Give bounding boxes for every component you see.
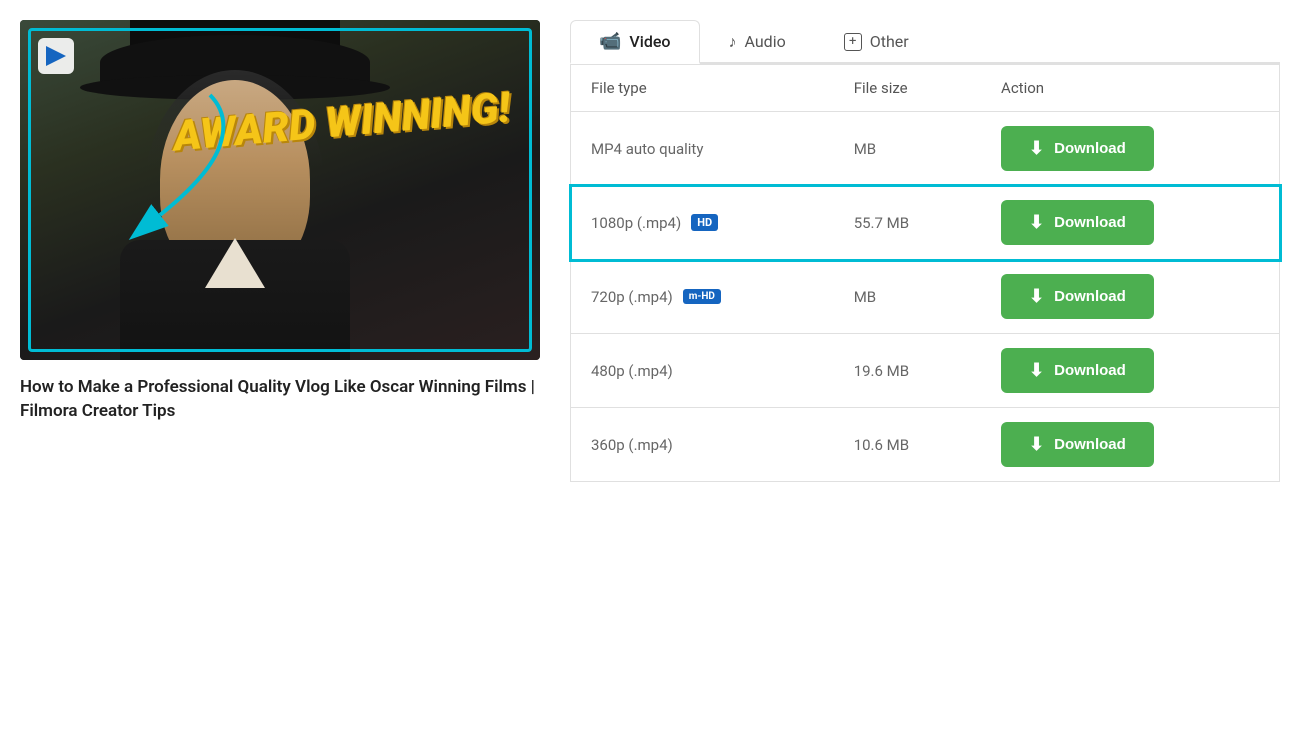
table-header-row: File type File size Action (571, 65, 1280, 112)
file-type-label: 1080p (.mp4) (591, 214, 681, 232)
filmora-logo-icon (38, 38, 74, 74)
download-label: Download (1054, 288, 1126, 305)
action-cell: ⬇ Download (981, 260, 1279, 334)
action-cell: ⬇ Download (981, 334, 1279, 408)
action-cell: ⬇ Download (981, 186, 1279, 260)
download-icon: ⬇ (1029, 212, 1044, 233)
table-row: 720p (.mp4) m-HD MB ⬇ Download (571, 260, 1280, 334)
file-type-cell: 1080p (.mp4) HD (571, 186, 834, 260)
file-size-cell: 19.6 MB (834, 334, 981, 408)
download-label: Download (1054, 214, 1126, 231)
download-label: Download (1054, 140, 1126, 157)
download-button[interactable]: ⬇ Download (1001, 348, 1154, 393)
download-button[interactable]: ⬇ Download (1001, 274, 1154, 319)
download-button[interactable]: ⬇ Download (1001, 200, 1154, 245)
download-icon: ⬇ (1029, 286, 1044, 307)
download-icon: ⬇ (1029, 138, 1044, 159)
col-file-type: File type (571, 65, 834, 112)
col-file-size: File size (834, 65, 981, 112)
video-icon: 📹 (599, 31, 621, 52)
download-label: Download (1054, 436, 1126, 453)
left-panel: AWARD WINNING! How to Make a Professiona… (20, 20, 540, 424)
tab-bar: 📹 Video ♪ Audio + Other (570, 20, 1280, 64)
video-thumbnail: AWARD WINNING! (20, 20, 540, 360)
download-label: Download (1054, 362, 1126, 379)
download-table: File type File size Action MP4 auto qual… (570, 64, 1280, 482)
tab-video-label: Video (629, 32, 670, 51)
file-type-label: 480p (.mp4) (591, 362, 673, 380)
table-row: 360p (.mp4) 10.6 MB ⬇ Download (571, 408, 1280, 482)
download-table-container: File type File size Action MP4 auto qual… (570, 64, 1280, 482)
right-panel: 📹 Video ♪ Audio + Other File type File s… (570, 20, 1280, 482)
tab-audio-label: Audio (745, 32, 786, 51)
quality-badge: HD (691, 214, 718, 231)
download-button[interactable]: ⬇ Download (1001, 126, 1154, 171)
tab-audio[interactable]: ♪ Audio (700, 20, 815, 62)
file-type-label: MP4 auto quality (591, 140, 703, 158)
file-type-cell: 480p (.mp4) (571, 334, 834, 408)
file-type-cell: 720p (.mp4) m-HD (571, 260, 834, 334)
file-type-cell: MP4 auto quality (571, 112, 834, 186)
arrow-icon (70, 75, 270, 275)
action-cell: ⬇ Download (981, 112, 1279, 186)
file-type-label: 360p (.mp4) (591, 436, 673, 454)
download-button[interactable]: ⬇ Download (1001, 422, 1154, 467)
tab-video[interactable]: 📹 Video (570, 20, 700, 64)
file-size-cell: 55.7 MB (834, 186, 981, 260)
audio-icon: ♪ (729, 32, 737, 52)
download-icon: ⬇ (1029, 360, 1044, 381)
file-type-cell: 360p (.mp4) (571, 408, 834, 482)
other-icon: + (844, 33, 862, 51)
action-cell: ⬇ Download (981, 408, 1279, 482)
tab-other[interactable]: + Other (815, 20, 938, 62)
table-row: 1080p (.mp4) HD 55.7 MB ⬇ Download (571, 186, 1280, 260)
table-row: 480p (.mp4) 19.6 MB ⬇ Download (571, 334, 1280, 408)
file-size-cell: MB (834, 112, 981, 186)
tab-other-label: Other (870, 32, 909, 51)
file-size-cell: 10.6 MB (834, 408, 981, 482)
table-row: MP4 auto quality MB ⬇ Download (571, 112, 1280, 186)
col-action: Action (981, 65, 1279, 112)
file-size-cell: MB (834, 260, 981, 334)
video-title: How to Make a Professional Quality Vlog … (20, 376, 540, 424)
download-icon: ⬇ (1029, 434, 1044, 455)
file-type-label: 720p (.mp4) (591, 288, 673, 306)
quality-badge: m-HD (683, 289, 721, 304)
